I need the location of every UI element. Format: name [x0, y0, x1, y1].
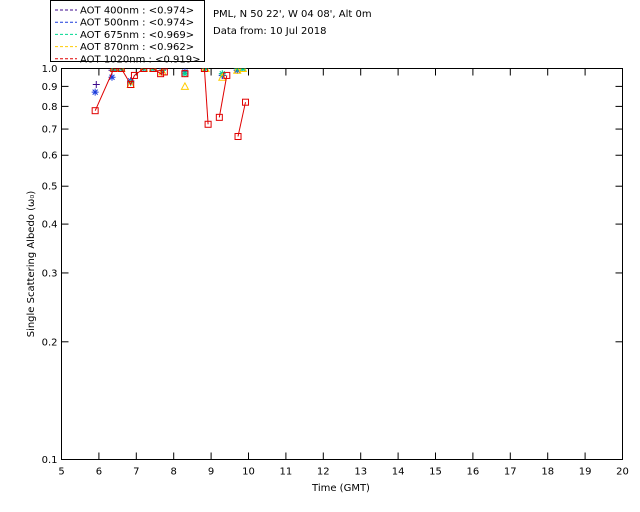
x-tick-label: 19 — [579, 467, 592, 478]
x-tick-label: 8 — [171, 467, 177, 478]
y-tick-label: 0.3 — [42, 268, 58, 279]
y-tick-label: 0.4 — [42, 220, 58, 231]
x-tick-label: 12 — [317, 467, 330, 478]
x-tick-label: 20 — [616, 467, 629, 478]
data-point — [180, 81, 190, 90]
y-axis: 0.1 0.2 0.3 0.4 0.5 0.6 0.7 0.8 0.9 1.0 — [42, 64, 623, 466]
x-tick-label: 13 — [354, 467, 367, 478]
x-tick-label: 5 — [58, 467, 64, 478]
data-date: Data from: 10 Jul 2018 — [213, 26, 326, 37]
chart-svg: AOT 400nm : <0.974>AOT 500nm : <0.974>AO… — [26, 0, 629, 494]
plot-frame — [61, 68, 623, 460]
x-tick-label: 10 — [242, 467, 255, 478]
x-tick-label: 14 — [392, 467, 405, 478]
legend-entry: AOT 400nm : <0.974> — [80, 6, 194, 17]
y-tick-label: 1.0 — [42, 64, 58, 75]
series-line — [203, 68, 209, 125]
series-line — [218, 75, 228, 118]
legend-entry: AOT 500nm : <0.974> — [80, 18, 194, 29]
data-point — [181, 70, 189, 78]
y-tick-label: 0.6 — [42, 151, 58, 162]
series-line — [237, 102, 246, 137]
y-tick-label: 0.9 — [42, 82, 58, 93]
x-tick-label: 6 — [96, 467, 102, 478]
x-tick-label: 16 — [467, 467, 480, 478]
x-axis: 5 6 7 8 9 10 11 12 13 14 15 16 17 18 19 20 — [58, 68, 629, 478]
y-tick-label: 0.1 — [42, 455, 58, 466]
legend-entry: AOT 1020nm : <0.919> — [80, 54, 200, 65]
x-tick-label: 9 — [208, 467, 214, 478]
data-point — [91, 107, 99, 115]
series-layer — [91, 68, 250, 141]
legend-entry: AOT 675nm : <0.969> — [80, 30, 194, 41]
x-tick-label: 15 — [429, 467, 442, 478]
data-point — [92, 81, 100, 89]
series-group — [91, 68, 250, 141]
series-line — [94, 68, 165, 111]
y-tick-label: 0.2 — [42, 337, 58, 348]
x-tick-label: 17 — [504, 467, 517, 478]
x-tick-label: 11 — [280, 467, 293, 478]
x-tick-label: 18 — [541, 467, 554, 478]
x-axis-title: Time (GMT) — [311, 483, 370, 494]
y-axis-title: Single Scattering Albedo (ω₀) — [26, 191, 37, 338]
data-point — [91, 88, 99, 96]
site-location: PML, N 50 22', W 04 08', Alt 0m — [213, 9, 372, 20]
legend-entry: AOT 870nm : <0.962> — [80, 42, 194, 53]
y-tick-label: 0.5 — [42, 182, 58, 193]
x-tick-label: 7 — [133, 467, 139, 478]
y-tick-label: 0.8 — [42, 102, 58, 113]
y-tick-label: 0.7 — [42, 125, 58, 136]
plot-area — [91, 68, 250, 141]
